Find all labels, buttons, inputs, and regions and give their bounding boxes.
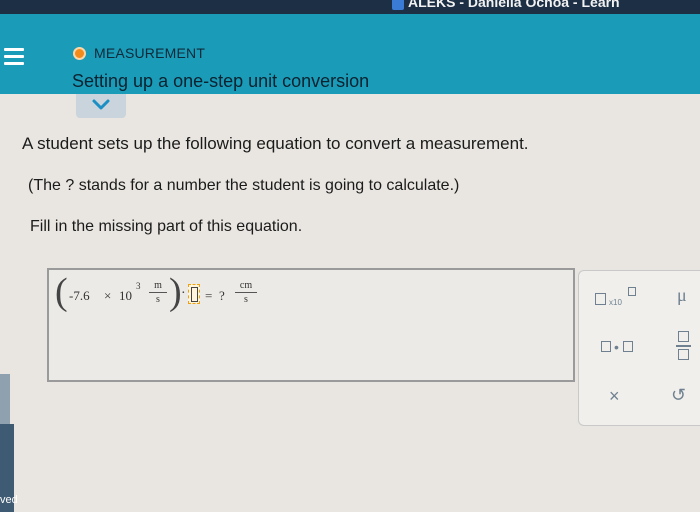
topic-label: MEASUREMENT bbox=[94, 45, 206, 61]
scientific-notation-button[interactable]: x10 bbox=[595, 287, 645, 309]
unit-fraction-2: cm s bbox=[235, 280, 257, 305]
main-content: A student sets up the following equation… bbox=[0, 94, 700, 512]
unit-numerator-2: cm bbox=[239, 280, 253, 291]
times-sign: × bbox=[104, 288, 112, 303]
unit-denominator-1: s bbox=[156, 294, 160, 305]
chevron-down-icon bbox=[92, 99, 110, 110]
page-title: Setting up a one-step unit conversion bbox=[72, 71, 370, 91]
side-panel-text: ved bbox=[0, 494, 18, 506]
question-text-3: Fill in the missing part of this equatio… bbox=[30, 218, 303, 235]
question-text-1: A student sets up the following equation… bbox=[22, 134, 529, 153]
math-keypad: x10 μ • × ↺ bbox=[578, 270, 700, 426]
dot-symbol: • bbox=[614, 339, 619, 355]
equation: ( -7.6 × 10 3 m s ) · = ? cm s bbox=[53, 271, 273, 313]
power-base: 10 bbox=[119, 288, 132, 303]
left-paren: ( bbox=[55, 271, 68, 313]
coefficient: -7.6 bbox=[69, 288, 90, 303]
app-icon bbox=[392, 0, 404, 10]
micro-symbol-button[interactable]: μ bbox=[677, 285, 687, 306]
question-text-2: (The ? stands for a number the student i… bbox=[28, 177, 460, 194]
missing-factor-input[interactable] bbox=[188, 284, 200, 304]
x10-label: x10 bbox=[609, 298, 622, 307]
window-titlebar: ALEKS - Daniella Ochoa - Learn bbox=[0, 0, 700, 14]
unit-numerator-1: m bbox=[154, 280, 162, 291]
window-title: ALEKS - Daniella Ochoa - Learn bbox=[408, 0, 620, 10]
topic-status-icon bbox=[73, 47, 86, 60]
unit-denominator-2: s bbox=[244, 294, 248, 305]
menu-icon[interactable] bbox=[4, 48, 24, 70]
side-panel-edge bbox=[0, 374, 10, 424]
multiply-dot-button[interactable]: • bbox=[601, 339, 641, 355]
equals-sign: = bbox=[205, 288, 213, 303]
unit-fraction-1: m s bbox=[149, 280, 167, 305]
collapse-toggle[interactable] bbox=[76, 94, 126, 118]
right-paren: ) bbox=[169, 271, 182, 313]
undo-icon[interactable]: ↺ bbox=[671, 385, 686, 406]
header-bar: MEASUREMENT Setting up a one-step unit c… bbox=[0, 14, 700, 94]
power-exponent: 3 bbox=[136, 281, 141, 291]
answer-area[interactable]: ( -7.6 × 10 3 m s ) · = ? cm s bbox=[47, 268, 575, 382]
multiply-dot: · bbox=[181, 286, 186, 301]
unknown-value: ? bbox=[219, 288, 225, 303]
clear-button[interactable]: × bbox=[609, 386, 620, 407]
fraction-button[interactable] bbox=[676, 331, 692, 363]
